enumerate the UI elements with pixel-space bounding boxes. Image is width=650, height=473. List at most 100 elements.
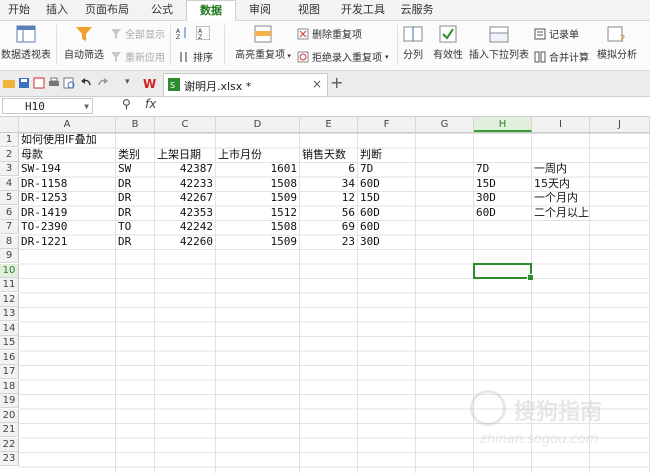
cell-f3: 7D bbox=[360, 162, 374, 175]
quick-access-dropdown-icon[interactable]: ▾ bbox=[125, 77, 137, 89]
name-box[interactable]: H10 ▼ bbox=[2, 98, 93, 114]
cell-a7: TO-2390 bbox=[21, 220, 68, 233]
autofilter-button[interactable]: 自动筛选 bbox=[62, 23, 106, 61]
insert-dropdown-button[interactable]: 插入下拉列表 bbox=[469, 23, 529, 61]
row-header-16[interactable]: 16 bbox=[0, 350, 19, 365]
active-cell-h10[interactable] bbox=[473, 262, 534, 281]
reapply-button[interactable]: 重新应用 bbox=[110, 49, 165, 64]
pivot-table-button[interactable]: 数据透视表 bbox=[0, 23, 52, 61]
filter-icon bbox=[73, 24, 95, 44]
cell-h4: 15D bbox=[476, 176, 496, 190]
redo-icon[interactable] bbox=[97, 77, 109, 89]
column-header-b[interactable]: B bbox=[116, 117, 155, 132]
row-header-1[interactable]: 1 bbox=[0, 133, 19, 147]
row-header-2[interactable]: 2 bbox=[0, 147, 19, 162]
cell-i5: 一个月内 bbox=[534, 191, 578, 204]
row-header-8[interactable]: 8 bbox=[0, 234, 19, 249]
sort-ascending-icon[interactable]: AZ bbox=[176, 26, 188, 41]
column-header-c[interactable]: C bbox=[155, 117, 216, 132]
tab-formula[interactable]: 公式 bbox=[138, 0, 186, 20]
pivot-table-icon bbox=[15, 24, 37, 44]
cell-e4: 34 bbox=[341, 176, 355, 190]
cell-a3: SW-194 bbox=[21, 162, 61, 175]
delete-duplicates-button[interactable]: 删除重复项 bbox=[297, 26, 362, 41]
row-header-9[interactable]: 9 bbox=[0, 249, 19, 263]
validity-button[interactable]: 有效性 bbox=[430, 23, 466, 61]
row-header-13[interactable]: 13 bbox=[0, 307, 19, 321]
sort-descending-icon[interactable]: AZ bbox=[195, 25, 211, 41]
tab-data[interactable]: 数据 bbox=[186, 0, 236, 22]
cell-f7: 60D bbox=[360, 220, 380, 233]
cell-b6: DR bbox=[118, 205, 132, 219]
row-header-14[interactable]: 14 bbox=[0, 321, 19, 336]
simulation-analysis-button[interactable]: ? 模拟分析 bbox=[594, 23, 640, 61]
row-header-21[interactable]: 21 bbox=[0, 423, 19, 437]
reject-duplicates-button[interactable]: 拒绝录入重复项 ▾ bbox=[297, 49, 389, 64]
export-pdf-icon[interactable] bbox=[33, 77, 45, 89]
cell-a4: DR-1158 bbox=[21, 176, 68, 190]
cell-f4: 60D bbox=[360, 176, 380, 190]
print-icon[interactable] bbox=[48, 77, 60, 89]
tab-view[interactable]: 视图 bbox=[284, 0, 334, 20]
cell-e3: 6 bbox=[348, 162, 355, 175]
row-header-3[interactable]: 3 bbox=[0, 162, 19, 176]
row-header-17[interactable]: 17 bbox=[0, 365, 19, 379]
column-header-g[interactable]: G bbox=[416, 117, 474, 132]
show-all-button[interactable]: 全部显示 bbox=[110, 26, 165, 41]
row-header-22[interactable]: 22 bbox=[0, 437, 19, 452]
save-icon[interactable] bbox=[18, 77, 30, 89]
dropdown-list-icon bbox=[488, 24, 510, 44]
row-header-15[interactable]: 15 bbox=[0, 336, 19, 350]
tab-insert[interactable]: 插入 bbox=[38, 0, 76, 20]
row-header-18[interactable]: 18 bbox=[0, 379, 19, 394]
sort-button[interactable]: 排序 bbox=[178, 49, 213, 64]
fill-handle[interactable] bbox=[527, 274, 534, 281]
row-header-7[interactable]: 7 bbox=[0, 220, 19, 234]
cell-h3: 7D bbox=[476, 162, 490, 175]
row-header-10[interactable]: 10 bbox=[0, 263, 19, 278]
highlight-duplicates-icon bbox=[252, 24, 274, 44]
merge-calc-button[interactable]: 合并计算 bbox=[534, 49, 589, 64]
row-header-6[interactable]: 6 bbox=[0, 205, 19, 220]
open-folder-icon[interactable] bbox=[3, 77, 15, 89]
close-tab-icon[interactable]: × bbox=[312, 77, 322, 91]
wps-logo-icon[interactable]: W bbox=[143, 77, 156, 91]
tab-start[interactable]: 开始 bbox=[0, 0, 38, 20]
row-header-11[interactable]: 11 bbox=[0, 278, 19, 292]
cell-c7: 42242 bbox=[179, 220, 213, 233]
undo-icon[interactable] bbox=[80, 77, 92, 89]
column-header-e[interactable]: E bbox=[300, 117, 358, 132]
function-icon[interactable]: fx bbox=[145, 97, 156, 111]
tab-page-layout[interactable]: 页面布局 bbox=[76, 0, 138, 20]
column-header-i[interactable]: I bbox=[532, 117, 590, 132]
tab-review[interactable]: 审阅 bbox=[236, 0, 284, 20]
document-tab[interactable]: S 谢明月.xlsx * × bbox=[163, 73, 328, 96]
show-all-icon bbox=[110, 28, 122, 40]
cell-e7: 69 bbox=[341, 220, 355, 233]
row-header-19[interactable]: 19 bbox=[0, 394, 19, 408]
new-tab-icon[interactable]: + bbox=[330, 73, 343, 92]
column-header-a[interactable]: A bbox=[19, 117, 116, 132]
row-header-12[interactable]: 12 bbox=[0, 292, 19, 307]
tab-cloud[interactable]: 云服务 bbox=[392, 0, 442, 20]
select-all-corner[interactable] bbox=[0, 117, 19, 132]
split-columns-button[interactable]: 分列 bbox=[400, 23, 426, 61]
column-header-d[interactable]: D bbox=[216, 117, 300, 132]
record-form-button[interactable]: 记录单 bbox=[534, 26, 579, 41]
column-header-f[interactable]: F bbox=[358, 117, 416, 132]
sort-icon bbox=[178, 51, 190, 63]
zoom-icon[interactable]: ⚲ bbox=[122, 97, 131, 111]
cell-i3: 一周内 bbox=[534, 162, 567, 175]
column-header-h[interactable]: H bbox=[474, 117, 532, 132]
row-header-4[interactable]: 4 bbox=[0, 176, 19, 191]
name-box-dropdown-icon[interactable]: ▼ bbox=[84, 99, 89, 115]
highlight-duplicates-button[interactable]: 高亮重复项 ▾ bbox=[230, 23, 296, 61]
cell-d5: 1509 bbox=[270, 191, 298, 204]
column-header-j[interactable]: J bbox=[590, 117, 650, 132]
tab-developer[interactable]: 开发工具 bbox=[334, 0, 392, 20]
row-header-5[interactable]: 5 bbox=[0, 191, 19, 205]
row-header-20[interactable]: 20 bbox=[0, 408, 19, 423]
row-header-23[interactable]: 23 bbox=[0, 452, 19, 466]
print-preview-icon[interactable] bbox=[63, 77, 75, 89]
column-headers: A B C D E F G H I J bbox=[0, 117, 650, 133]
